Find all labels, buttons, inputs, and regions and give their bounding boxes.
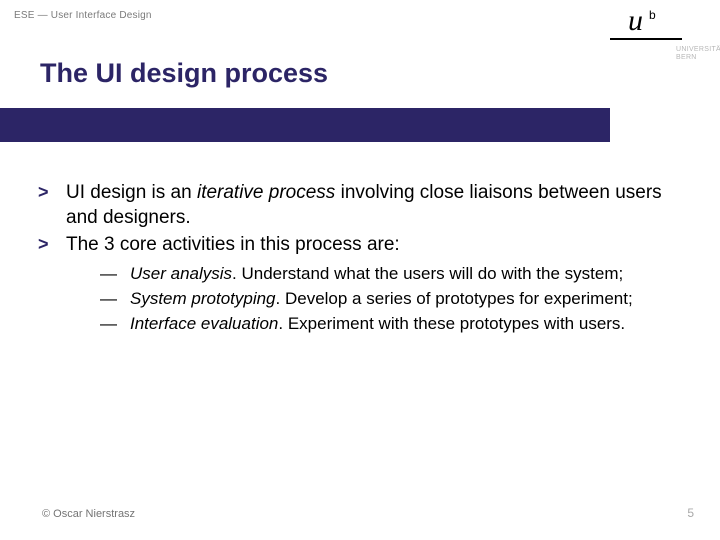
list-item-text: Interface evaluation. Experiment with th… [130, 313, 678, 336]
slide: ESE — User Interface Design The UI desig… [0, 0, 720, 540]
sub-list: — User analysis. Understand what the use… [100, 263, 678, 336]
list-item: — Interface evaluation. Experiment with … [100, 313, 678, 336]
list-item-text: The 3 core activities in this process ar… [66, 232, 678, 257]
footer-copyright: © Oscar Nierstrasz [42, 508, 135, 520]
content-area: > UI design is an iterative process invo… [38, 180, 678, 338]
bullet-icon: > [38, 232, 66, 257]
university-logo: u b UNIVERSITÄT BERN [610, 6, 698, 63]
logo-underline [610, 38, 682, 40]
list-item-text: UI design is an iterative process involv… [66, 180, 678, 230]
list-item-text: User analysis. Understand what the users… [130, 263, 678, 286]
bullet-icon: > [38, 180, 66, 230]
list-item-text: System prototyping. Develop a series of … [130, 288, 678, 311]
list-item: — User analysis. Understand what the use… [100, 263, 678, 286]
page-title: The UI design process [40, 58, 328, 89]
logo-letter-b: b [649, 8, 656, 22]
logo-letter-u: u [628, 6, 643, 36]
list-item: > The 3 core activities in this process … [38, 232, 678, 257]
dash-icon: — [100, 263, 130, 286]
list-item: — System prototyping. Develop a series o… [100, 288, 678, 311]
dash-icon: — [100, 313, 130, 336]
breadcrumb: ESE — User Interface Design [14, 10, 152, 21]
dash-icon: — [100, 288, 130, 311]
list-item: > UI design is an iterative process invo… [38, 180, 678, 230]
main-list: > UI design is an iterative process invo… [38, 180, 678, 257]
logo-text: UNIVERSITÄT BERN [676, 46, 720, 63]
page-number: 5 [687, 506, 694, 520]
